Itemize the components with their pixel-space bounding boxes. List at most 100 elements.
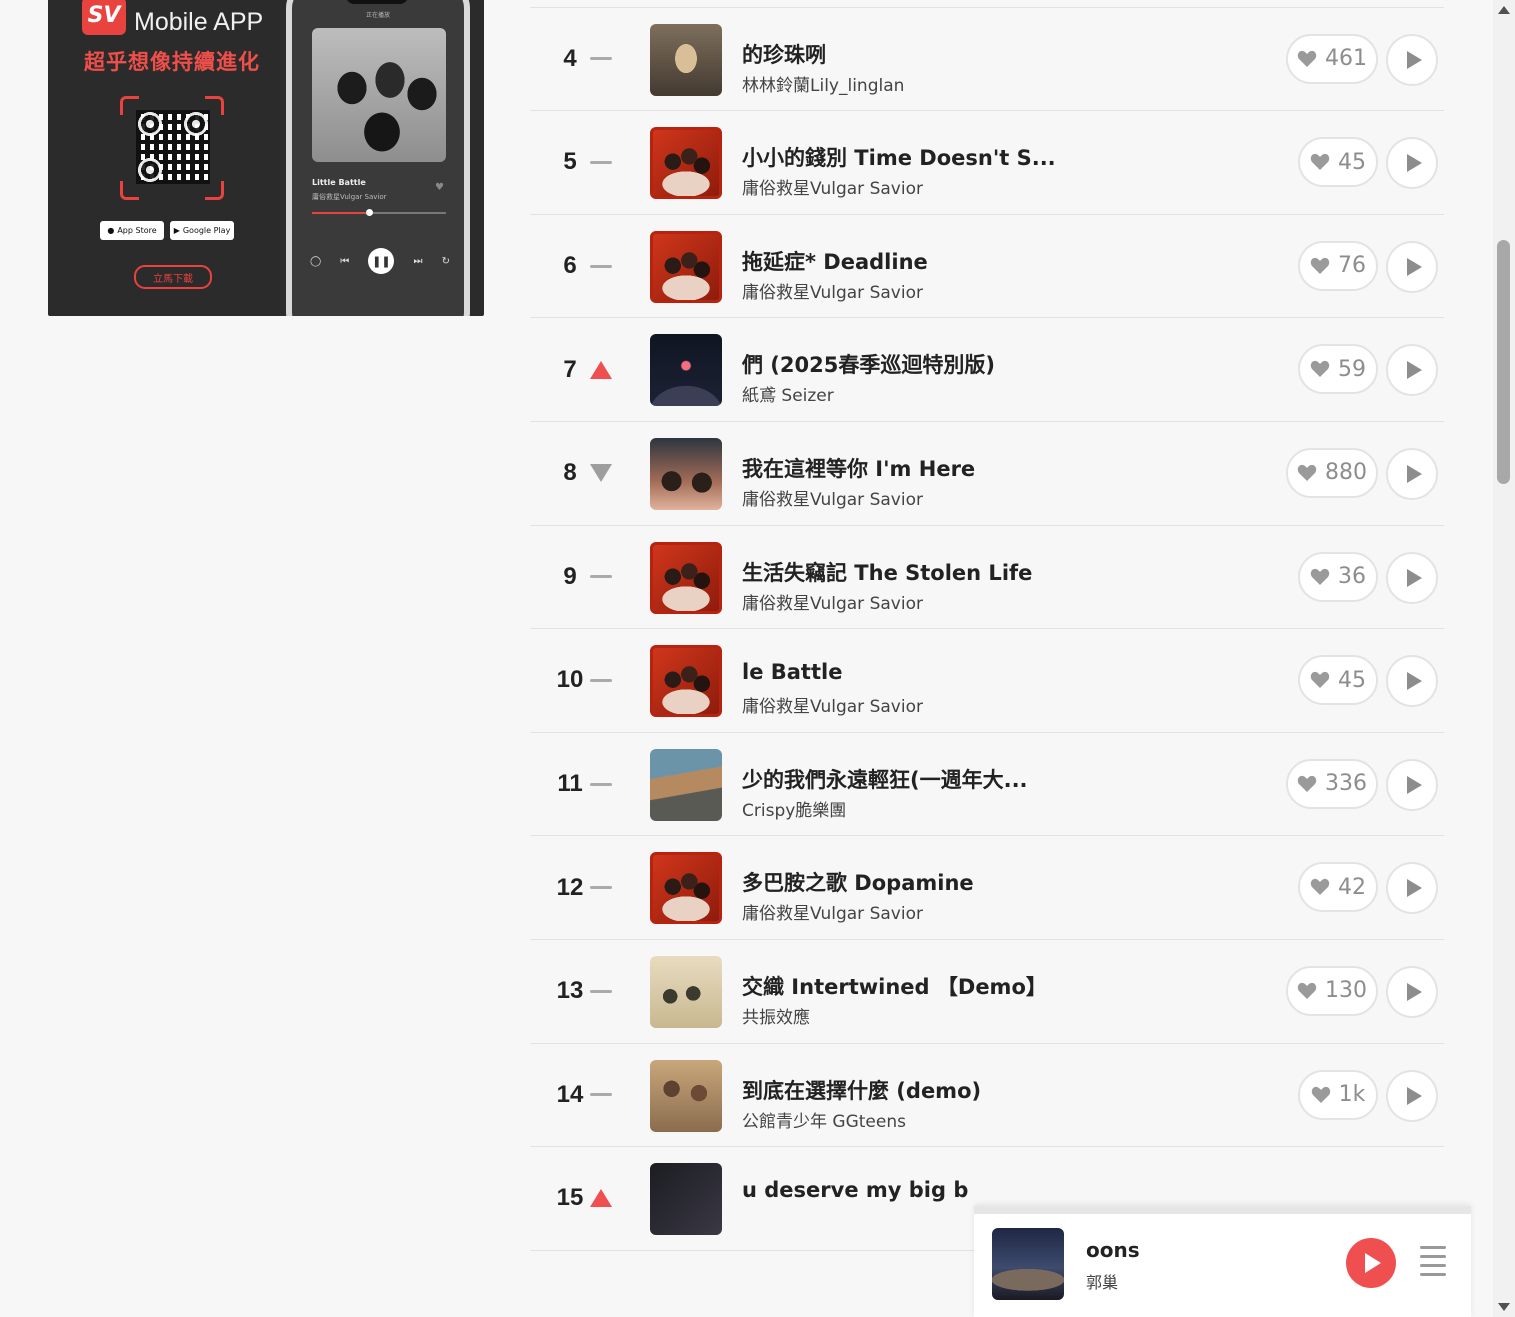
like-count: 1k [1338,1082,1366,1108]
song-artist[interactable]: Crispy脆樂團 [742,796,846,821]
song-cover[interactable] [650,1059,722,1132]
song-cover[interactable] [650,541,722,614]
like-button[interactable]: 461 [1286,33,1378,84]
song-artist[interactable]: 庸俗救星Vulgar Savior [742,174,923,199]
song-cover[interactable] [650,645,722,718]
song-artist[interactable]: 公館青少年 GGteens [742,1107,906,1132]
song-cover[interactable] [650,852,722,925]
play-button[interactable] [1386,551,1438,604]
song-cover[interactable] [650,437,722,510]
song-title[interactable]: 生活失竊記 The Stolen Life [742,557,1032,587]
play-button[interactable] [1386,33,1438,86]
mini-player-artist[interactable]: 郭巢 [1086,1269,1118,1293]
mini-player-play-button[interactable] [1346,1238,1396,1288]
play-icon [1406,1086,1422,1105]
song-title[interactable]: 多巴胺之歌 Dopamine [742,867,974,897]
play-button[interactable] [1386,758,1438,811]
song-cover[interactable] [650,127,722,200]
trend-up-icon [588,1147,614,1250]
google-play-button[interactable]: ▶ Google Play [170,221,234,240]
phone-album-art [312,28,446,162]
scroll-up-arrow-icon[interactable] [1498,6,1510,14]
song-artist[interactable]: 紙鳶 Seizer [742,381,834,406]
play-button[interactable] [1386,655,1438,708]
scrollbar-thumb[interactable] [1497,240,1510,484]
mini-player: oons 郭巢 [974,1206,1471,1317]
play-icon [1365,1253,1381,1273]
mini-player-progress-bar[interactable] [974,1206,1471,1214]
playlist-menu-icon[interactable] [1420,1246,1446,1276]
song-artist[interactable]: 庸俗救星Vulgar Savior [742,485,923,510]
like-button[interactable]: 45 [1298,137,1378,188]
rank-number: 3 [548,0,592,7]
like-count: 45 [1338,667,1366,693]
song-title[interactable]: le Battle [742,660,842,684]
song-artist[interactable]: 庸俗救星Vulgar Savior [742,589,923,614]
play-button[interactable] [1386,240,1438,293]
like-button[interactable]: 336 [1286,758,1378,809]
like-button[interactable]: 36 [1298,551,1378,602]
song-title[interactable]: 小小的錢別 Time Doesn't S... [742,142,1056,172]
like-button[interactable]: 130 [1286,965,1378,1016]
song-title[interactable]: 們 (2025春季巡迴特別版) [742,349,995,379]
download-button[interactable]: 立馬下載 [134,265,212,289]
chart-row-7: 7 們 (2025春季巡迴特別版) 紙鳶 Seizer 59 [530,318,1444,422]
song-title[interactable]: 我在這裡等你 I'm Here [742,453,975,483]
rank-number: 14 [556,1080,584,1108]
song-artist[interactable]: 林林鈴蘭Lily_linglan [742,71,904,96]
mini-player-cover[interactable] [992,1228,1064,1300]
song-artist[interactable]: 庸俗救星Vulgar Savior [742,278,923,303]
song-cover[interactable] [650,748,722,821]
like-button[interactable]: 45 [1298,655,1378,706]
play-button[interactable] [1386,965,1438,1018]
phone-mockup: 正在播放 Little Battle 庸俗救星Vulgar Savior ♥ ◯… [286,0,470,316]
song-artist[interactable]: 庸俗救星Vulgar Savior [742,899,923,924]
song-title[interactable]: u deserve my big b [742,1178,968,1202]
app-store-button[interactable]: ● App Store [100,221,164,240]
play-button[interactable] [1386,862,1438,915]
trend-flat-icon [588,940,614,1043]
rank-number: 12 [556,873,584,901]
app-promo-banner[interactable]: SV Mobile APP 超乎想像持續進化 ● App Store ▶ Goo… [48,0,484,316]
song-cover[interactable] [650,955,722,1028]
song-cover[interactable] [650,334,722,407]
song-artist[interactable]: 庸俗救星Vulgar Savior [742,692,923,717]
trend-flat-icon [588,629,614,732]
apple-icon: ● [107,226,115,235]
play-button[interactable] [1386,1069,1438,1122]
heart-icon [1310,257,1330,274]
song-title[interactable]: 的珍珠咧 [742,39,826,69]
repeat-icon: ↻ [441,255,450,267]
heart-icon [1311,1086,1330,1103]
like-button[interactable]: 42 [1298,862,1378,913]
play-button[interactable] [1386,447,1438,500]
song-title[interactable]: 拖延症* Deadline [742,246,928,276]
like-count: 76 [1338,253,1366,279]
like-button[interactable]: 59 [1298,344,1378,395]
play-button[interactable] [1386,344,1438,397]
like-count: 461 [1325,46,1367,72]
timer-icon: ◯ [310,255,322,267]
song-title[interactable]: 交織 Intertwined 【Demo】 [742,971,1047,1001]
play-icon [1406,361,1422,380]
promo-app-title: Mobile APP [134,8,264,36]
like-count: 36 [1338,564,1366,590]
song-cover[interactable] [650,230,722,303]
pause-icon: ❚❚ [368,248,395,274]
like-button[interactable]: 76 [1298,240,1378,291]
trend-flat-icon [588,526,614,629]
heart-icon [1310,154,1330,171]
scroll-down-arrow-icon[interactable] [1498,1303,1510,1311]
song-title[interactable]: 到底在選擇什麼 (demo) [742,1075,981,1105]
like-button[interactable]: 1k [1298,1069,1378,1120]
promo-tagline: 超乎想像持續進化 [84,50,260,74]
song-cover[interactable] [650,23,722,96]
heart-icon [1310,672,1330,689]
song-cover[interactable] [650,1163,722,1236]
like-button[interactable]: 880 [1286,447,1378,498]
song-title[interactable]: 少的我們永遠輕狂(一週年大... [742,764,1028,794]
play-button[interactable] [1386,137,1438,190]
mini-player-title[interactable]: oons [1086,1238,1140,1262]
page-scrollbar[interactable] [1493,0,1515,1317]
song-artist[interactable]: 共振效應 [742,1003,810,1028]
